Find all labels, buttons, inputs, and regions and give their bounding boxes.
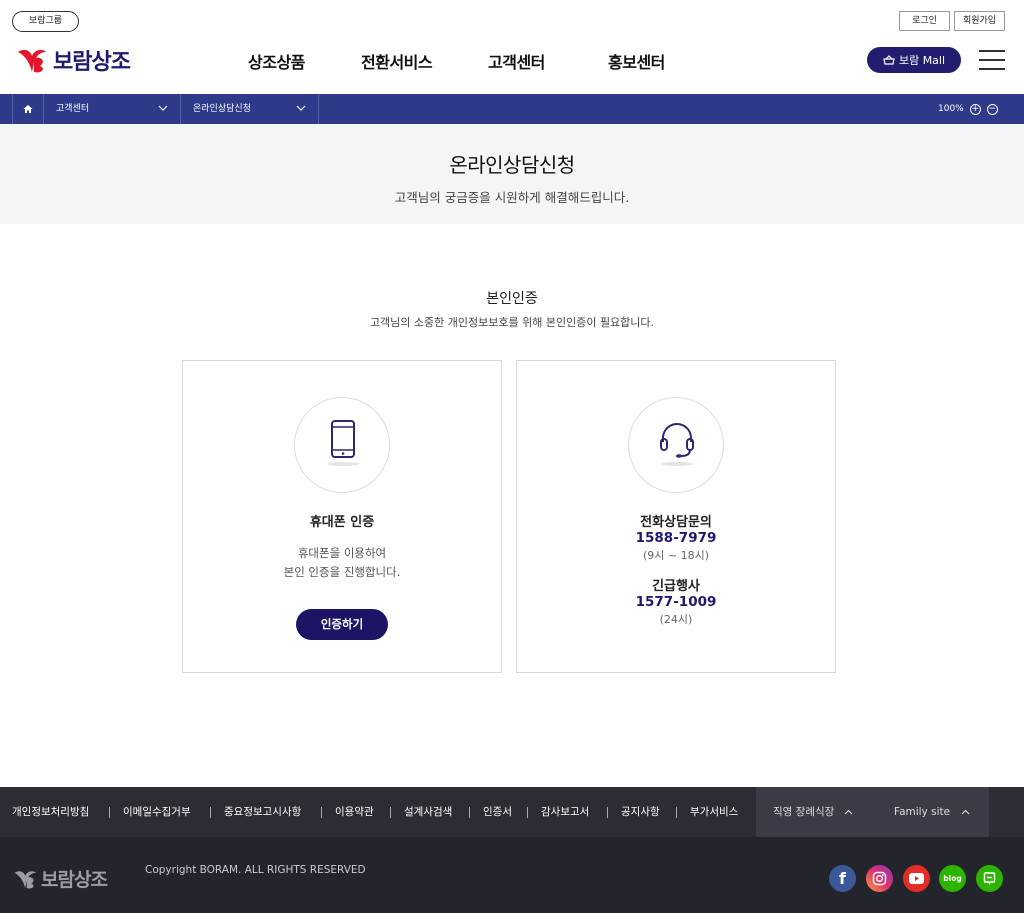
phone-auth-card: 휴대폰 인증 휴대폰을 이용하여 본인 인증을 진행합니다. 인증하기 (182, 360, 502, 673)
section-title: 본인인증 (486, 291, 538, 307)
mall-button[interactable]: 보람 Mall (867, 47, 961, 73)
youtube-icon[interactable] (903, 865, 930, 892)
nav-item-customer-center[interactable]: 고객센터 (488, 49, 545, 73)
zoom-control: 100% + − (938, 94, 998, 124)
footer-link-certificate[interactable]: 인증서 (483, 787, 512, 837)
instagram-icon[interactable] (866, 865, 893, 892)
main-content: 본인인증 고객님의 소중한 개인정보보호를 위해 본인인증이 필요합니다. 휴대… (0, 224, 1024, 787)
footer-link-terms[interactable]: 이용약관 (335, 787, 374, 837)
phone-icon-circle (294, 397, 390, 493)
mall-label: 보람 Mall (898, 54, 946, 67)
footer-logo: 보람상조 (13, 865, 108, 892)
copyright: Copyright BORAM. ALL RIGHTS RESERVED (145, 864, 366, 876)
location-depth1[interactable]: 고객센터 (44, 94, 181, 124)
facebook-icon[interactable]: f (829, 865, 856, 892)
phone-inquiry-card: 전화상담문의 1588-7979 (9시 ~ 18시) 긴급행사 1577-10… (516, 360, 836, 673)
chevron-up-icon (961, 806, 970, 818)
family-site-label: Family site (894, 806, 951, 818)
nav-item-conversion[interactable]: 전환서비스 (361, 49, 433, 73)
family-site-dropdown[interactable]: Family site (871, 787, 989, 837)
site-header: 보람그룹 보람상조 상조상품 전환서비스 고객센터 홍보센터 로그인 회원가입 … (0, 0, 1024, 94)
location-depth2-label: 온라인상담신청 (193, 104, 251, 114)
funeral-hall-label: 직영 장례식장 (773, 806, 835, 818)
footer-link-notice[interactable]: 공지사항 (621, 787, 660, 837)
chevron-down-icon (158, 94, 168, 124)
headset-icon-circle (628, 397, 724, 493)
nav-item-pr-center[interactable]: 홍보센터 (608, 49, 665, 73)
footer-link-privacy[interactable]: 개인정보처리방침 (12, 787, 89, 837)
location-bar: 고객센터 온라인상담신청 100% + − (0, 94, 1024, 124)
page-title: 온라인상담신청 (449, 153, 575, 177)
login-button[interactable]: 로그인 (899, 11, 950, 31)
page-subtitle: 고객님의 궁금증을 시원하게 해결해드립니다. (394, 190, 630, 205)
section-desc: 고객님의 소중한 개인정보보호를 위해 본인인증이 필요합니다. (369, 316, 655, 329)
group-button[interactable]: 보람그룹 (12, 11, 79, 32)
footer-link-notice-info[interactable]: 중요정보고시사항 (224, 787, 301, 837)
location-depth1-label: 고객센터 (56, 104, 90, 114)
logo-text: 보람상조 (53, 50, 131, 75)
basket-icon (883, 55, 895, 65)
signup-button[interactable]: 회원가입 (954, 11, 1005, 31)
location-depth2[interactable]: 온라인상담신청 (181, 94, 319, 124)
emergency-hours: (24시) (659, 613, 693, 626)
smartphone-icon (327, 420, 359, 466)
chevron-up-icon (844, 806, 853, 818)
nav-item-products[interactable]: 상조상품 (248, 49, 305, 73)
zoom-out-icon[interactable]: − (986, 103, 998, 115)
footer-link-audit-report[interactable]: 감사보고서 (541, 787, 589, 837)
post-icon[interactable] (976, 865, 1003, 892)
funeral-hall-dropdown[interactable]: 직영 장례식장 (756, 787, 871, 837)
blog-icon[interactable]: blog (939, 865, 966, 892)
emergency-number[interactable]: 1577-1009 (517, 592, 835, 612)
headset-icon (660, 423, 694, 466)
brand-logo[interactable]: 보람상조 (16, 44, 131, 76)
zoom-level: 100% (938, 104, 964, 114)
footer-link-extra-service[interactable]: 부가서비스 (690, 787, 738, 837)
phone-auth-desc: 휴대폰을 이용하여 본인 인증을 진행합니다. (183, 544, 501, 582)
footer-nav: 개인정보처리방침 이메일수집거부 중요정보고시사항 이용약관 설계사검색 인증서… (0, 787, 1024, 837)
phone-auth-title: 휴대폰 인증 (309, 515, 375, 530)
site-footer: 보람상조 Copyright BORAM. ALL RIGHTS RESERVE… (0, 837, 1024, 913)
footer-link-planner-search[interactable]: 설계사검색 (404, 787, 452, 837)
phone-auth-desc-line2: 본인 인증을 진행합니다. (283, 565, 401, 579)
inquiry-number[interactable]: 1588-7979 (517, 528, 835, 548)
logo-mark-icon (18, 49, 46, 73)
zoom-in-icon[interactable]: + (969, 103, 981, 115)
logo-mark-icon (14, 870, 36, 888)
page-title-area: 온라인상담신청 고객님의 궁금증을 시원하게 해결해드립니다. (0, 124, 1024, 224)
inquiry-hours: (9시 ~ 18시) (642, 549, 710, 562)
phone-auth-desc-line1: 휴대폰을 이용하여 (297, 546, 387, 560)
verify-button[interactable]: 인증하기 (296, 609, 388, 640)
home-icon[interactable] (12, 94, 44, 124)
menu-icon[interactable] (979, 50, 1005, 70)
blog-label: blog (943, 874, 962, 883)
footer-logo-text: 보람상조 (41, 869, 108, 891)
footer-link-email-refusal[interactable]: 이메일수집거부 (123, 787, 191, 837)
chevron-down-icon (296, 94, 306, 124)
